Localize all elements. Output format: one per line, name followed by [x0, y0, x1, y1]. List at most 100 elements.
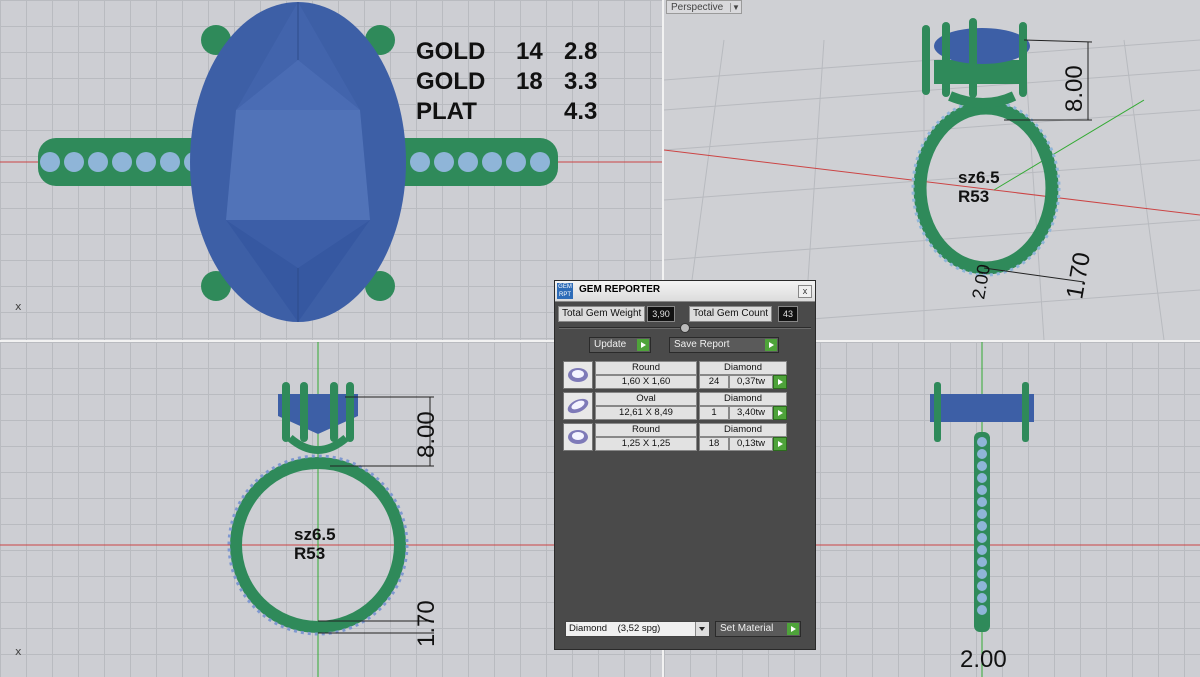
- pave-gem: [977, 485, 987, 495]
- pave-gem: [977, 545, 987, 555]
- dim-width-label: 2.00: [960, 646, 1007, 673]
- pave-gem: [482, 152, 502, 172]
- panel-title: GEM REPORTER: [579, 284, 661, 295]
- pave-gem: [977, 569, 987, 579]
- metal-karat: 14: [516, 38, 543, 65]
- pave-gem: [40, 152, 60, 172]
- metal-row: PLAT 4.3: [416, 98, 616, 128]
- close-icon[interactable]: x: [798, 285, 812, 298]
- round-gem-icon: [563, 361, 593, 389]
- play-icon: [637, 339, 649, 351]
- gem-weight: 0,13tw: [729, 437, 773, 451]
- update-label: Update: [594, 339, 627, 350]
- gem-material: Diamond: [699, 361, 787, 375]
- pave-gem: [977, 521, 987, 531]
- total-count-value: 43: [778, 306, 799, 322]
- chevron-down-icon[interactable]: ▼: [730, 2, 741, 12]
- dim-height-label: 8.00: [1061, 65, 1088, 112]
- dim-band-label: 1.70: [1061, 250, 1096, 301]
- pave-gem: [977, 593, 987, 603]
- select-gem-button[interactable]: [773, 406, 787, 420]
- material-select-value: Diamond (3,52 spg): [569, 623, 661, 634]
- metal-weight: 2.8: [564, 38, 598, 65]
- pave-gem: [977, 509, 987, 519]
- select-gem-button[interactable]: [773, 375, 787, 389]
- gem-shape: Round: [595, 423, 697, 437]
- metal-name: GOLD: [416, 38, 486, 65]
- gem-shape: Round: [595, 361, 697, 375]
- dim-height-label: 8.00: [413, 411, 440, 458]
- gem-reporter-panel[interactable]: GEM RPT GEM REPORTER x Total Gem Weight 3…: [554, 280, 816, 650]
- oval-gem-icon: [563, 392, 593, 420]
- pave-gem: [977, 497, 987, 507]
- axis-label-x: x: [15, 645, 22, 658]
- gem-count: 18: [699, 437, 729, 451]
- play-icon: [787, 623, 799, 635]
- pave-gem: [458, 152, 478, 172]
- gem-weight: 0,37tw: [729, 375, 773, 389]
- gem-reporter-logo-icon: GEM RPT: [557, 283, 573, 299]
- pave-gem: [977, 461, 987, 471]
- total-count: Total Gem Count 43: [689, 306, 799, 322]
- pave-gem: [64, 152, 84, 172]
- splitter-handle[interactable]: [680, 323, 690, 333]
- pave-gem: [112, 152, 132, 172]
- pave-gem: [977, 533, 987, 543]
- viewport-title-tab[interactable]: Perspective ▼: [666, 0, 742, 14]
- panel-titlebar[interactable]: GEM RPT GEM REPORTER x: [555, 281, 815, 302]
- pave-gem: [530, 152, 550, 172]
- ring-text: R53: [294, 544, 326, 563]
- gem-row[interactable]: Round 1,25 X 1,25 Diamond 18 0,13tw: [563, 423, 787, 451]
- gem-size: 12,61 X 8,49: [595, 406, 697, 420]
- gem-row[interactable]: Round 1,60 X 1,60 Diamond 24 0,37tw: [563, 361, 787, 389]
- select-gem-button[interactable]: [773, 437, 787, 451]
- round-gem-icon: [563, 423, 593, 451]
- metal-weight: 4.3: [564, 98, 598, 125]
- total-weight-value: 3,90: [647, 306, 675, 322]
- pave-gem: [88, 152, 108, 172]
- gem-material: Diamond: [699, 423, 787, 437]
- metal-row: GOLD 14 2.8: [416, 38, 616, 68]
- set-material-label: Set Material: [720, 623, 774, 634]
- total-count-label: Total Gem Count: [689, 306, 773, 322]
- size-label: sz6.5 R53: [958, 168, 1000, 206]
- metal-weight: 3.3: [564, 68, 598, 95]
- gem-size: 1,60 X 1,60: [595, 375, 697, 389]
- gem-shape: Oval: [595, 392, 697, 406]
- gem-count: 1: [699, 406, 729, 420]
- play-icon: [765, 339, 777, 351]
- metal-karat: 18: [516, 68, 543, 95]
- size-text: sz6.5: [294, 525, 336, 544]
- axis-label-x: x: [15, 300, 22, 313]
- total-weight-label: Total Gem Weight: [558, 306, 646, 322]
- pave-gem: [160, 152, 180, 172]
- gem-weight: 3,40tw: [729, 406, 773, 420]
- save-report-label: Save Report: [674, 339, 730, 350]
- save-report-button[interactable]: Save Report: [669, 337, 779, 353]
- size-label: sz6.5 R53: [294, 525, 336, 563]
- total-weight: Total Gem Weight 3,90: [558, 306, 675, 322]
- pave-gem: [136, 152, 156, 172]
- set-material-button[interactable]: Set Material: [715, 621, 801, 637]
- metal-row: GOLD 18 3.3: [416, 68, 616, 98]
- update-button[interactable]: Update: [589, 337, 651, 353]
- metal-weight-table: GOLD 14 2.8 GOLD 18 3.3 PLAT 4.3: [416, 38, 616, 128]
- ring-text: R53: [958, 187, 990, 206]
- pave-gem: [977, 449, 987, 459]
- pave-gem: [434, 152, 454, 172]
- pave-gem: [977, 437, 987, 447]
- gem-row[interactable]: Oval 12,61 X 8,49 Diamond 1 3,40tw: [563, 392, 787, 420]
- size-text: sz6.5: [958, 168, 1000, 187]
- material-select[interactable]: Diamond (3,52 spg): [565, 621, 710, 637]
- chevron-down-icon[interactable]: [695, 622, 709, 636]
- dim-band-label: 1.70: [413, 600, 440, 647]
- pave-gem: [977, 581, 987, 591]
- metal-name: GOLD: [416, 68, 486, 95]
- pave-gem: [506, 152, 526, 172]
- pave-gem: [977, 473, 987, 483]
- pave-gem: [410, 152, 430, 172]
- gem-count: 24: [699, 375, 729, 389]
- pave-gem: [977, 557, 987, 567]
- gem-size: 1,25 X 1,25: [595, 437, 697, 451]
- viewport-title: Perspective: [671, 1, 724, 13]
